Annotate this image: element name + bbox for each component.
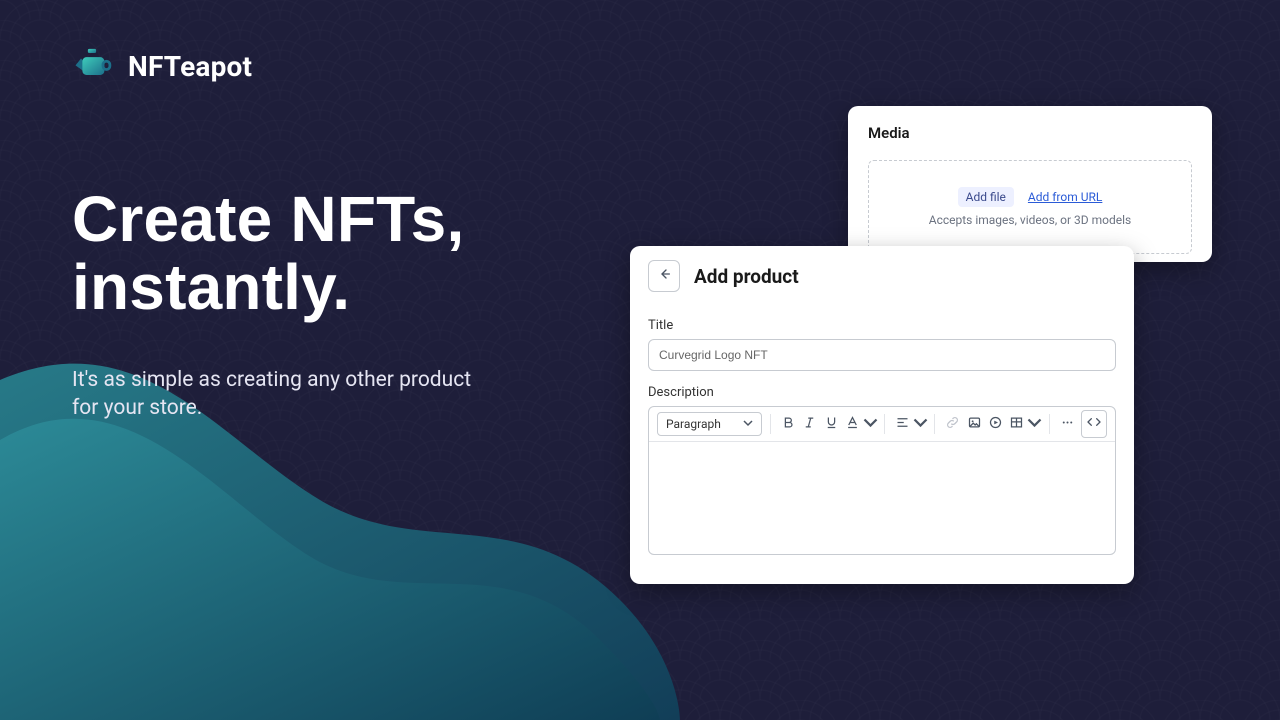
italic-icon: [802, 415, 817, 434]
text-color-button[interactable]: [843, 412, 862, 436]
product-card-title: Add product: [694, 265, 799, 288]
link-button[interactable]: [943, 412, 962, 436]
code-view-button[interactable]: [1081, 410, 1107, 438]
more-button[interactable]: [1057, 412, 1076, 436]
underline-icon: [824, 415, 839, 434]
caret-down-icon: [863, 415, 878, 434]
teapot-icon: [70, 42, 114, 90]
back-button[interactable]: [648, 260, 680, 292]
caret-down-icon: [743, 417, 753, 431]
media-card: Media Add file Add from URL Accepts imag…: [848, 106, 1212, 262]
link-icon: [945, 415, 960, 434]
add-file-button[interactable]: Add file: [958, 187, 1014, 207]
media-dropzone[interactable]: Add file Add from URL Accepts images, vi…: [868, 160, 1192, 254]
table-caret[interactable]: [1029, 412, 1041, 436]
align-button[interactable]: [893, 412, 912, 436]
editor-toolbar: Paragraph: [649, 407, 1115, 442]
bold-button[interactable]: [779, 412, 798, 436]
hero: Create NFTs, instantly. It's as simple a…: [72, 186, 502, 422]
paragraph-dropdown[interactable]: Paragraph: [657, 412, 762, 436]
image-icon: [967, 415, 982, 434]
image-button[interactable]: [965, 412, 984, 436]
text-color-icon: [845, 415, 860, 434]
brand-name: NFTeapot: [128, 50, 252, 83]
add-product-card: Add product Title Description Paragraph: [630, 246, 1134, 584]
hero-headline: Create NFTs, instantly.: [72, 186, 502, 322]
description-textarea[interactable]: [649, 442, 1115, 554]
align-icon: [895, 415, 910, 434]
underline-button[interactable]: [821, 412, 840, 436]
video-button[interactable]: [986, 412, 1005, 436]
arrow-left-icon: [656, 266, 672, 286]
align-caret[interactable]: [914, 412, 926, 436]
video-icon: [988, 415, 1003, 434]
title-label: Title: [648, 318, 1116, 333]
caret-down-icon: [1027, 415, 1042, 434]
caret-down-icon: [913, 415, 928, 434]
code-icon: [1086, 414, 1102, 434]
brand-logo: NFTeapot: [70, 42, 252, 90]
title-input[interactable]: [648, 339, 1116, 371]
ellipsis-icon: [1060, 415, 1075, 434]
bold-icon: [781, 415, 796, 434]
media-title: Media: [868, 124, 1192, 142]
table-button[interactable]: [1007, 412, 1026, 436]
description-label: Description: [648, 385, 1116, 400]
hero-subtext: It's as simple as creating any other pro…: [72, 366, 502, 423]
media-hint: Accepts images, videos, or 3D models: [929, 213, 1132, 227]
italic-button[interactable]: [800, 412, 819, 436]
product-card-header: Add product: [630, 246, 1134, 302]
table-icon: [1009, 415, 1024, 434]
text-color-caret[interactable]: [864, 412, 876, 436]
description-editor: Paragraph: [648, 406, 1116, 555]
add-from-url-link[interactable]: Add from URL: [1028, 190, 1102, 204]
